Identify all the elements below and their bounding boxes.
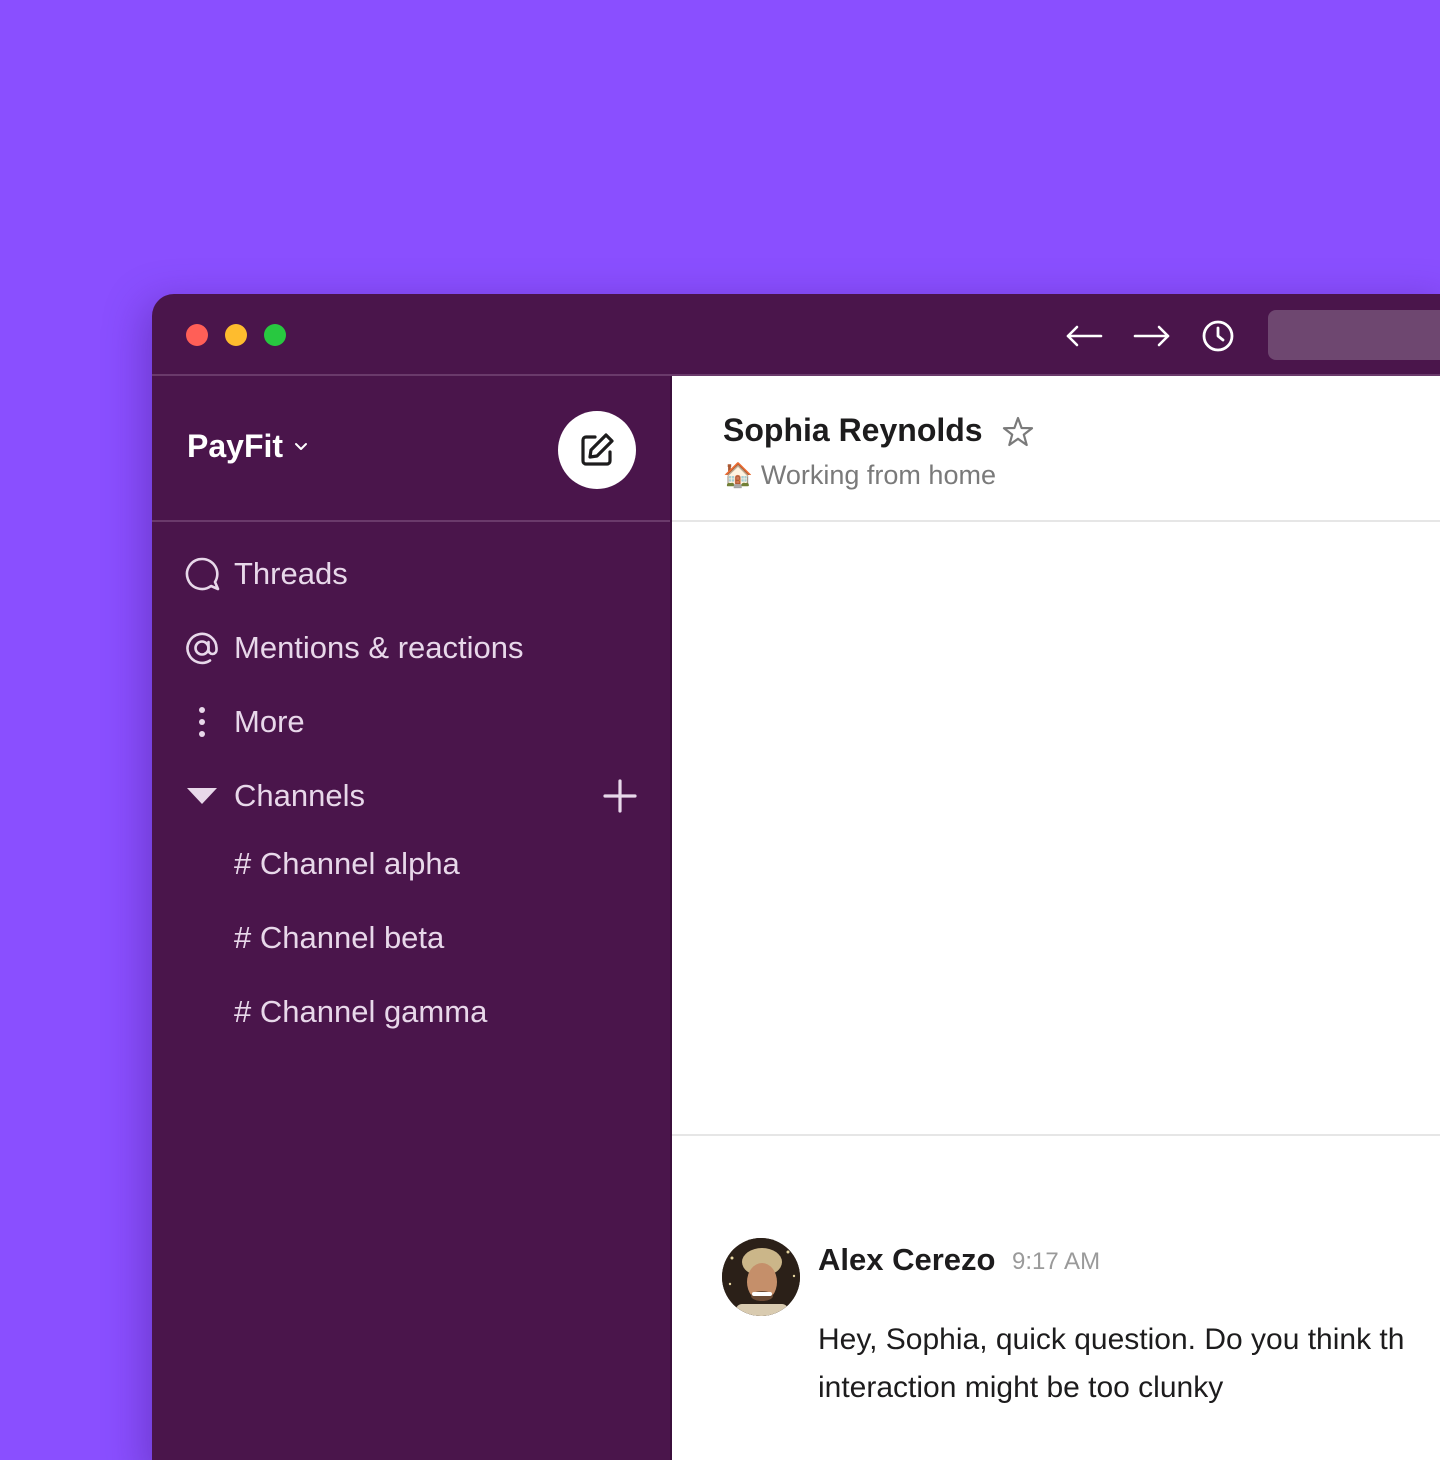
- sidebar-item-more[interactable]: More: [152, 692, 670, 752]
- sidebar: PayFit Threads Mentions & reactions More…: [152, 376, 672, 1460]
- compose-button[interactable]: [558, 411, 636, 489]
- channel-item[interactable]: # Channel gamma: [234, 994, 487, 1030]
- close-window-button[interactable]: [186, 324, 208, 346]
- channel-item[interactable]: # Channel beta: [234, 920, 444, 956]
- house-icon: 🏠: [723, 462, 753, 489]
- conversation-header: Sophia Reynolds 🏠 Working from home: [672, 376, 1440, 522]
- sidebar-item-label: Mentions & reactions: [234, 630, 524, 665]
- add-channel-button[interactable]: [600, 776, 640, 816]
- minimize-window-button[interactable]: [225, 324, 247, 346]
- sidebar-item-mentions[interactable]: Mentions & reactions: [152, 618, 670, 678]
- history-icon: [1202, 320, 1234, 352]
- avatar[interactable]: [722, 1238, 800, 1316]
- arrow-right-icon: [1133, 325, 1170, 347]
- workspace-name: PayFit: [187, 428, 284, 464]
- message-divider: [672, 1134, 1440, 1136]
- conversation-pane: Sophia Reynolds 🏠 Working from home Alex…: [672, 376, 1440, 1460]
- arrow-left-icon: [1066, 325, 1103, 347]
- channel-item[interactable]: # Channel alpha: [234, 846, 460, 882]
- history-button[interactable]: [1198, 316, 1238, 356]
- user-status: 🏠 Working from home: [723, 460, 996, 491]
- message-author[interactable]: Alex Cerezo: [818, 1242, 995, 1278]
- message-body: Hey, Sophia, quick question. Do you thin…: [818, 1316, 1440, 1412]
- workspace-header: PayFit: [152, 376, 670, 522]
- star-button[interactable]: [998, 412, 1038, 452]
- app-window: PayFit Threads Mentions & reactions More…: [152, 294, 1440, 1460]
- back-button[interactable]: [1064, 316, 1104, 356]
- message-text-line: interaction might be too clunky: [818, 1371, 1224, 1404]
- forward-button[interactable]: [1132, 316, 1172, 356]
- message-timestamp[interactable]: 9:17 AM: [1012, 1248, 1100, 1276]
- sidebar-item-label: Threads: [234, 556, 348, 591]
- star-icon: [1002, 416, 1034, 447]
- at-icon: [184, 630, 220, 666]
- plus-icon: [603, 779, 637, 813]
- title-bar: [152, 294, 1440, 376]
- message-text-line: Hey, Sophia, quick question. Do you thin…: [818, 1323, 1405, 1356]
- threads-icon: [184, 556, 220, 592]
- maximize-window-button[interactable]: [264, 324, 286, 346]
- workspace-switcher[interactable]: PayFit: [187, 428, 309, 465]
- more-vertical-icon: [184, 704, 220, 740]
- caret-down-icon: [184, 778, 220, 814]
- compose-icon: [581, 433, 614, 466]
- conversation-title[interactable]: Sophia Reynolds: [723, 412, 983, 449]
- chevron-down-icon: [293, 441, 309, 453]
- sidebar-item-threads[interactable]: Threads: [152, 544, 670, 604]
- status-text: Working from home: [760, 460, 996, 490]
- channels-section-label: Channels: [234, 778, 365, 813]
- search-bar[interactable]: [1268, 310, 1440, 360]
- sidebar-item-label: More: [234, 704, 305, 739]
- channels-section-toggle[interactable]: Channels: [152, 766, 572, 826]
